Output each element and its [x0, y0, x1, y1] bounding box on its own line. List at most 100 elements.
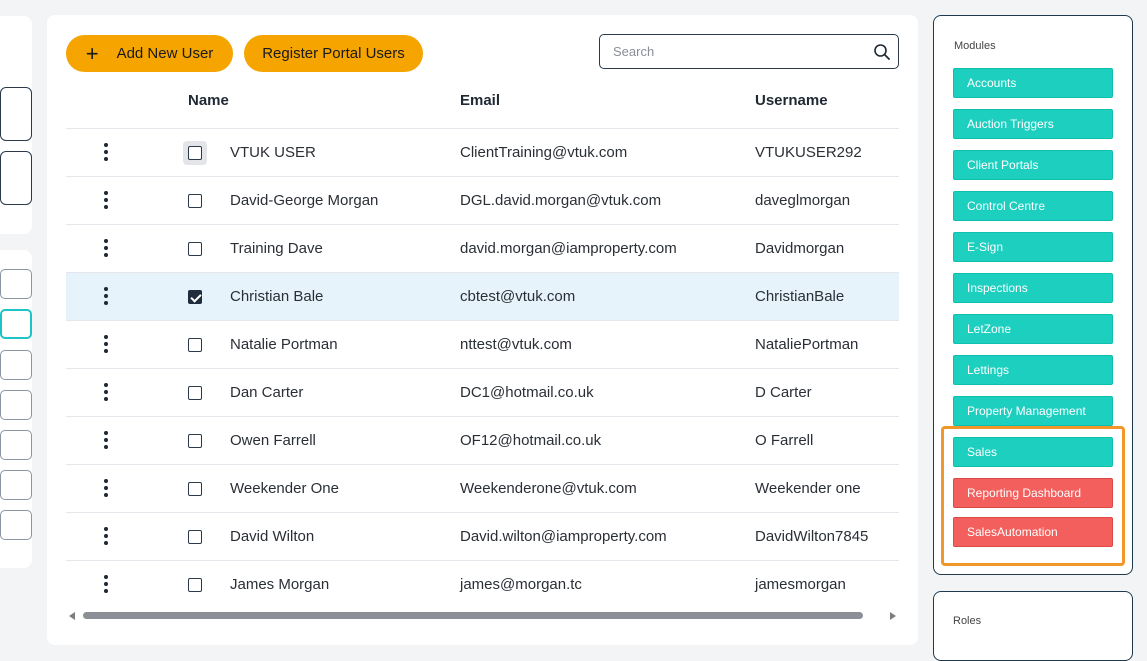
left-filter-option[interactable] — [0, 510, 32, 540]
kebab-menu-icon[interactable] — [100, 383, 112, 401]
left-panel-field[interactable] — [0, 87, 32, 141]
cell-name: Natalie Portman — [230, 336, 338, 353]
row-checkbox[interactable] — [188, 482, 202, 496]
cell-email: David.wilton@iamproperty.com — [460, 528, 667, 545]
left-panel-top — [0, 16, 32, 234]
kebab-menu-icon[interactable] — [100, 479, 112, 497]
register-portal-users-button[interactable]: Register Portal Users — [244, 35, 423, 72]
table-row[interactable]: Owen Farrell OF12@hotmail.co.uk O Farrell — [66, 416, 899, 464]
cell-name: David Wilton — [230, 528, 315, 545]
table-row[interactable]: Weekender One Weekenderone@vtuk.com Weeken… — [66, 464, 899, 512]
add-new-user-label: Add New User — [116, 45, 214, 62]
row-checkbox[interactable] — [188, 530, 202, 544]
row-checkbox-wrap[interactable] — [183, 573, 207, 597]
module-button-property-management[interactable]: Property Management — [953, 396, 1113, 426]
row-checkbox[interactable] — [188, 242, 202, 256]
scroll-right-icon[interactable] — [890, 612, 896, 620]
module-button-e-sign[interactable]: E-Sign — [953, 232, 1113, 262]
module-button-control-centre[interactable]: Control Centre — [953, 191, 1113, 221]
row-checkbox-wrap[interactable] — [183, 285, 207, 309]
add-new-user-button[interactable]: + Add New User — [66, 35, 233, 72]
column-header-email[interactable]: Email — [460, 92, 500, 109]
search-box — [599, 34, 899, 69]
row-checkbox-wrap[interactable] — [183, 333, 207, 357]
kebab-menu-icon[interactable] — [100, 191, 112, 209]
cell-username: VTUKUSER292 — [755, 144, 862, 161]
module-button-reporting-dashboard[interactable]: Reporting Dashboard — [953, 478, 1113, 508]
table-row[interactable]: David-George Morgan DGL.david.morgan@vtuk… — [66, 176, 899, 224]
cell-username: daveglmorgan — [755, 192, 851, 209]
left-filter-option[interactable] — [0, 390, 32, 420]
row-checkbox-wrap[interactable] — [183, 381, 207, 405]
row-checkbox[interactable] — [188, 146, 202, 160]
module-button-auction-triggers[interactable]: Auction Triggers — [953, 109, 1113, 139]
module-button-sales[interactable]: Sales — [953, 437, 1113, 467]
row-checkbox[interactable] — [188, 194, 202, 208]
left-filter-option-active[interactable] — [0, 309, 32, 339]
left-filter-option[interactable] — [0, 430, 32, 460]
cell-name: Christian Bale — [230, 288, 324, 305]
cell-username: Davidmorgan — [755, 240, 845, 257]
kebab-menu-icon[interactable] — [100, 527, 112, 545]
cell-name: Dan Carter — [230, 384, 304, 401]
row-checkbox-wrap[interactable] — [183, 189, 207, 213]
search-icon[interactable] — [873, 43, 891, 61]
left-filter-option[interactable] — [0, 269, 32, 299]
kebab-menu-icon[interactable] — [100, 287, 112, 305]
table-row[interactable]: Christian Bale cbtest@vtuk.com ChristianBa… — [66, 272, 899, 320]
kebab-menu-icon[interactable] — [100, 335, 112, 353]
cell-name: Owen Farrell — [230, 432, 316, 449]
row-checkbox[interactable] — [188, 434, 202, 448]
table-row[interactable]: David Wilton David.wilton@iamproperty.com… — [66, 512, 899, 560]
cell-username: DavidWilton7845 — [755, 528, 869, 545]
kebab-menu-icon[interactable] — [100, 431, 112, 449]
cell-name: David-George Morgan — [230, 192, 379, 209]
kebab-menu-icon[interactable] — [100, 239, 112, 257]
left-panel-bottom — [0, 250, 32, 568]
module-button-lettings[interactable]: Lettings — [953, 355, 1113, 385]
users-table-body: VTUK USER ClientTraining@vtuk.com VTUKUSER… — [66, 128, 899, 608]
row-checkbox[interactable] — [188, 386, 202, 400]
cell-email: david.morgan@iamproperty.com — [460, 240, 677, 257]
horizontal-scrollbar[interactable] — [66, 609, 899, 623]
cell-email: DC1@hotmail.co.uk — [460, 384, 594, 401]
cell-name: Weekender One — [230, 480, 339, 497]
module-button-client-portals[interactable]: Client Portals — [953, 150, 1113, 180]
cell-username: NataliePortman — [755, 336, 859, 353]
cell-username: O Farrell — [755, 432, 814, 449]
column-header-name[interactable]: Name — [188, 92, 229, 109]
table-row[interactable]: James Morgan james@morgan.tc jamesmorgan — [66, 560, 899, 608]
table-row[interactable]: Training Dave david.morgan@iamproperty.co… — [66, 224, 899, 272]
module-button-inspections[interactable]: Inspections — [953, 273, 1113, 303]
row-checkbox[interactable] — [188, 578, 202, 592]
table-row[interactable]: VTUK USER ClientTraining@vtuk.com VTUKUSER… — [66, 128, 899, 176]
left-panel-field[interactable] — [0, 151, 32, 205]
left-filter-option[interactable] — [0, 470, 32, 500]
row-checkbox-wrap[interactable] — [183, 141, 207, 165]
scrollbar-thumb[interactable] — [83, 612, 863, 619]
row-checkbox-wrap[interactable] — [183, 429, 207, 453]
table-row[interactable]: Natalie Portman nttest@vtuk.com NataliePor… — [66, 320, 899, 368]
cell-username: jamesmorgan — [755, 576, 846, 593]
row-checkbox-wrap[interactable] — [183, 477, 207, 501]
search-input[interactable] — [611, 43, 865, 60]
left-filter-option[interactable] — [0, 350, 32, 380]
row-checkbox[interactable] — [188, 338, 202, 352]
row-checkbox[interactable] — [188, 290, 202, 304]
modules-panel: Modules Accounts Auction Triggers Client P… — [933, 15, 1133, 575]
cell-username: D Carter — [755, 384, 812, 401]
row-checkbox-wrap[interactable] — [183, 525, 207, 549]
kebab-menu-icon[interactable] — [100, 575, 112, 593]
cell-email: nttest@vtuk.com — [460, 336, 572, 353]
kebab-menu-icon[interactable] — [100, 143, 112, 161]
table-row[interactable]: Dan Carter DC1@hotmail.co.uk D Carter — [66, 368, 899, 416]
module-button-accounts[interactable]: Accounts — [953, 68, 1113, 98]
scroll-left-icon[interactable] — [69, 612, 75, 620]
cell-email: DGL.david.morgan@vtuk.com — [460, 192, 662, 209]
module-button-letzone[interactable]: LetZone — [953, 314, 1113, 344]
row-checkbox-wrap[interactable] — [183, 237, 207, 261]
cell-email: Weekenderone@vtuk.com — [460, 480, 637, 497]
module-button-salesautomation[interactable]: SalesAutomation — [953, 517, 1113, 547]
cell-email: OF12@hotmail.co.uk — [460, 432, 602, 449]
column-header-username[interactable]: Username — [755, 92, 828, 109]
